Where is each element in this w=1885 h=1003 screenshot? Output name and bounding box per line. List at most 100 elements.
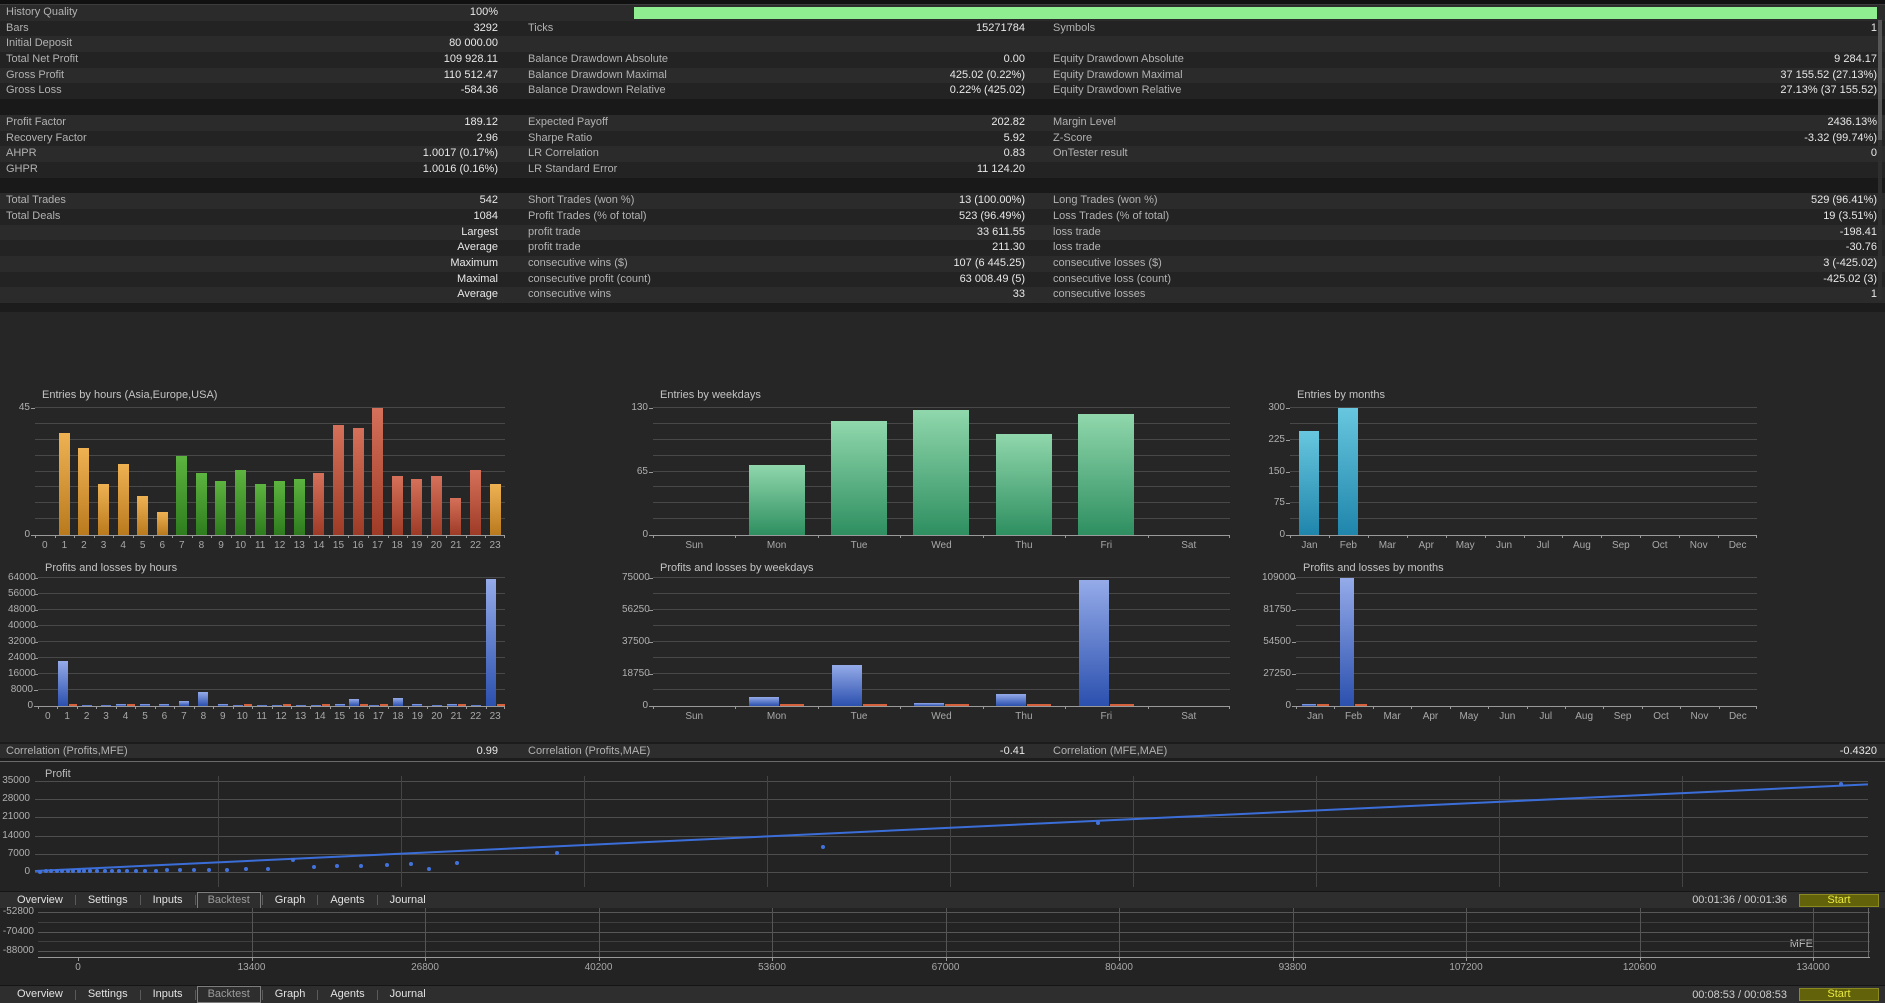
y-axis-label: 0 [1285,700,1291,711]
y-axis-tick [1286,408,1290,409]
stat-cell: Total Net Profit 109 928.11 [0,52,525,68]
x-axis-tick [172,535,174,538]
x-axis-tick [74,535,76,538]
bar [411,478,423,535]
x-axis-tick [115,706,117,709]
stat-cell: Equity Drawdown Absolute 9 284.17 [1045,52,1885,68]
tab-journal[interactable]: Journal [379,893,437,908]
bar-slot [1679,408,1718,535]
bar [748,464,805,535]
tab-agents[interactable]: Agents [319,987,375,1002]
stats-gap-row [0,99,1885,115]
stat-label: Expected Payoff [528,115,608,128]
tab-backtest[interactable]: Backtest [196,891,261,909]
bar-slots [1296,578,1757,706]
bar-slot [1524,408,1563,535]
bar-slot [94,408,114,535]
bar-slot [133,408,153,535]
stat-row: Total Deals 1084 Profit Trades (% of total… [0,208,1885,225]
tab-settings[interactable]: Settings [77,893,139,908]
data-point [124,868,129,873]
x-axis-labels: Jan Feb Mar Apr May Jun Jul Aug Sep Oct Nov Dec [1290,540,1757,551]
bar-slot [735,578,817,706]
stats-scrollbar-thumb[interactable] [1878,20,1882,140]
bar-slot [155,578,174,706]
tab-separator [74,989,76,1000]
chart-plot-area [653,407,1230,538]
y-axis-tick [1292,578,1296,579]
stat-value: 37 155.52 (27.13%) [1780,68,1877,81]
bar-slot [1373,578,1411,706]
stat-cell: Gross Loss -584.36 [0,83,525,99]
tab-separator [376,989,378,1000]
x-axis-tick [1640,535,1642,538]
x-axis-label: Thu [1015,540,1033,551]
x-axis-tick [57,706,59,709]
gridline [38,912,1870,913]
bar [254,484,266,535]
x-axis-label: Sun [685,540,704,551]
profit-bar [913,702,944,706]
chart-right-border [1868,908,1869,957]
stats-scrollbar[interactable] [1878,18,1882,300]
tab-settings[interactable]: Settings [77,987,139,1002]
stat-label: consecutive wins [528,288,612,301]
tab-journal[interactable]: Journal [379,987,437,1002]
bar [98,484,110,535]
tab-graph[interactable]: Graph [264,987,317,1002]
gridline [35,799,1868,801]
chart-entries_months: Entries by months 300 225 150 75 0 Jan Feb Mar Ap… [1262,385,1765,555]
x-axis-label: 107200 [1449,962,1483,973]
stat-cell: consecutive losses 1 [1045,287,1885,303]
bar-slot [174,578,193,706]
x-axis-label: 26800 [411,962,439,973]
bar-slot [900,578,982,706]
x-axis-tick [290,706,292,709]
loss-bar [1316,704,1329,706]
stat-label: Initial Deposit [6,37,73,50]
correlation-value: -0.4320 [1839,745,1877,757]
stat-value: 211.30 [992,241,1025,254]
x-axis-label: 13 [293,540,305,551]
y-axis-label: 109000 [1262,572,1296,583]
x-axis-label: 2 [81,540,87,551]
loss-bar [243,704,252,706]
chart-plot-area [38,577,505,709]
x-axis-tick [446,706,448,709]
bar-slot [1446,408,1485,535]
stat-cell: Initial Deposit 80 000.00 [0,36,525,52]
profit-bar [139,704,150,706]
tab-backtest[interactable]: Backtest [196,986,261,1003]
gridline [38,941,1870,943]
y-axis-label: 0 [24,529,30,540]
stat-row: Average profit trade 211.30 loss trade -30.7… [0,240,1885,256]
x-axis-tick [1523,535,1525,538]
x-axis-label: 8 [200,711,207,722]
x-axis-tick [270,535,271,538]
tab-inputs[interactable]: Inputs [142,893,194,908]
bar-slot [388,578,407,706]
stat-cell: Average [0,240,525,256]
stat-label: loss trade [1053,225,1101,238]
start-button-top[interactable]: Start [1799,893,1879,907]
bar-slot [1601,408,1640,535]
stat-label: GHPR [6,162,38,175]
x-axis-tick [152,535,154,538]
tab-agents[interactable]: Agents [319,893,375,908]
bar-slot [368,408,388,535]
stat-value: 80 000.00 [449,37,498,50]
y-axis-tick [649,674,653,675]
gridline [598,908,600,957]
bar-slot [983,408,1065,535]
x-axis-tick [1488,706,1490,709]
bar-slot [818,578,900,706]
loss-bar [862,704,887,706]
tab-inputs[interactable]: Inputs [142,987,194,1002]
bar-slot [231,408,251,535]
bar-slot [329,408,349,535]
tab-graph[interactable]: Graph [264,893,317,908]
bar-slot [1329,408,1368,535]
start-button-bottom[interactable]: Start [1799,988,1879,1001]
loss-bar [321,704,330,706]
tab-overview[interactable]: Overview [6,987,74,1002]
